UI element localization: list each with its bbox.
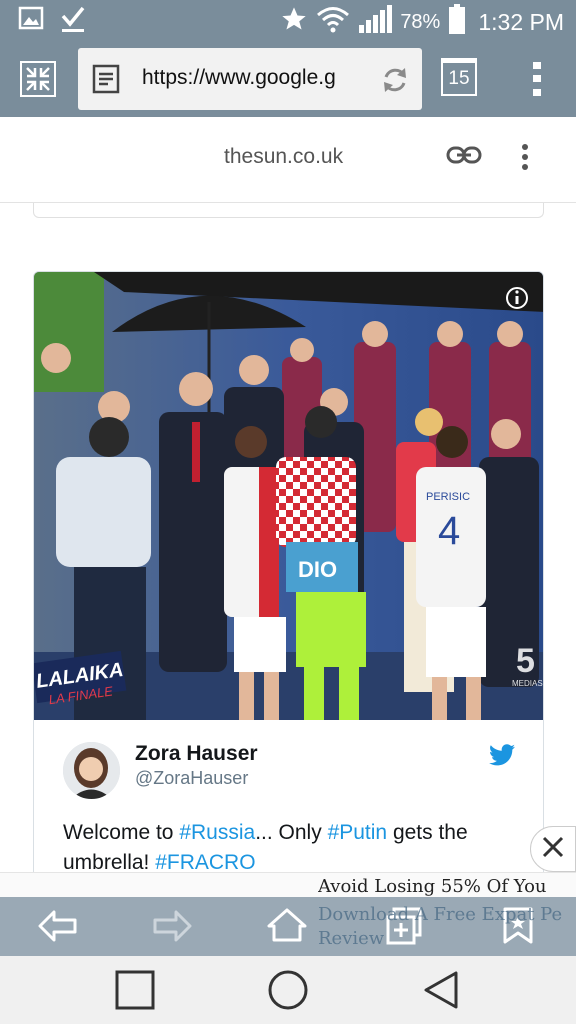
tab-count: 15 — [448, 67, 470, 89]
battery-percent: 78% — [400, 10, 441, 33]
ad-headline[interactable]: Avoid Losing 55% Of You — [318, 876, 576, 897]
home-icon[interactable] — [266, 907, 308, 943]
shirt-number: 4 — [438, 509, 460, 553]
refresh-icon[interactable] — [380, 65, 410, 95]
more-options-icon[interactable] — [521, 143, 529, 171]
page-content: DIO PERISIC 4 LALAIKA LA FINALE 5 MEDIAS… — [0, 203, 576, 897]
hashtag-link[interactable]: #Putin — [328, 821, 388, 844]
image-icon — [18, 6, 44, 39]
tabs-button[interactable]: 15 — [441, 58, 477, 96]
shirt-name: PERISIC — [426, 491, 470, 503]
twitter-bird-icon[interactable] — [489, 744, 515, 771]
site-domain: thesun.co.uk — [224, 145, 344, 168]
ad-subline[interactable]: Download A Free Expat Pe Review — [318, 903, 576, 951]
signal-icon — [358, 5, 393, 39]
forward-icon[interactable] — [152, 909, 192, 943]
author-handle[interactable]: @ZoraHauser — [135, 768, 248, 789]
tweet-text: Welcome to #Russia... Only #Putin gets t… — [63, 818, 523, 878]
channel-logo: 5 — [516, 642, 535, 680]
back-triangle-icon[interactable] — [422, 970, 460, 1010]
url-bar[interactable]: https://www.google.g — [78, 48, 422, 110]
battery-icon — [448, 4, 466, 40]
tweet-text-part: ... Only — [255, 821, 328, 844]
channel-name: MEDIASET — [512, 679, 544, 688]
tweet-photo[interactable]: DIO PERISIC 4 LALAIKA LA FINALE 5 MEDIAS — [34, 272, 544, 720]
exit-fullscreen-icon[interactable] — [20, 61, 56, 97]
home-circle-icon[interactable] — [267, 969, 309, 1011]
site-header: thesun.co.uk — [0, 117, 576, 203]
ad-close-button[interactable] — [530, 826, 576, 872]
check-download-icon — [60, 6, 86, 39]
avatar[interactable] — [63, 742, 120, 799]
tweet-body: Zora Hauser @ZoraHauser Welcome to #Russ… — [34, 720, 543, 897]
tweet-text-part: Welcome to — [63, 821, 180, 844]
close-icon — [541, 835, 565, 864]
hashtag-link[interactable]: #FRACRO — [155, 851, 255, 874]
clock-time: 1:32 PM — [478, 8, 564, 35]
author-name[interactable]: Zora Hauser — [135, 742, 258, 766]
previous-card — [33, 203, 544, 218]
recents-icon[interactable] — [115, 970, 155, 1010]
jacket-text: DIO — [298, 557, 337, 582]
star-icon — [280, 5, 308, 39]
browser-toolbar: https://www.google.g 15 — [0, 40, 576, 117]
link-icon[interactable] — [446, 145, 482, 167]
system-nav-bar — [0, 956, 576, 1024]
page-icon — [92, 64, 120, 94]
back-icon[interactable] — [38, 909, 78, 943]
url-text[interactable]: https://www.google.g — [142, 66, 359, 90]
overflow-menu-icon[interactable] — [526, 60, 548, 98]
status-bar: 78% 1:32 PM — [0, 0, 576, 40]
embedded-tweet-card[interactable]: DIO PERISIC 4 LALAIKA LA FINALE 5 MEDIAS… — [33, 271, 544, 897]
wifi-icon — [316, 5, 350, 39]
hashtag-link[interactable]: #Russia — [179, 821, 255, 844]
